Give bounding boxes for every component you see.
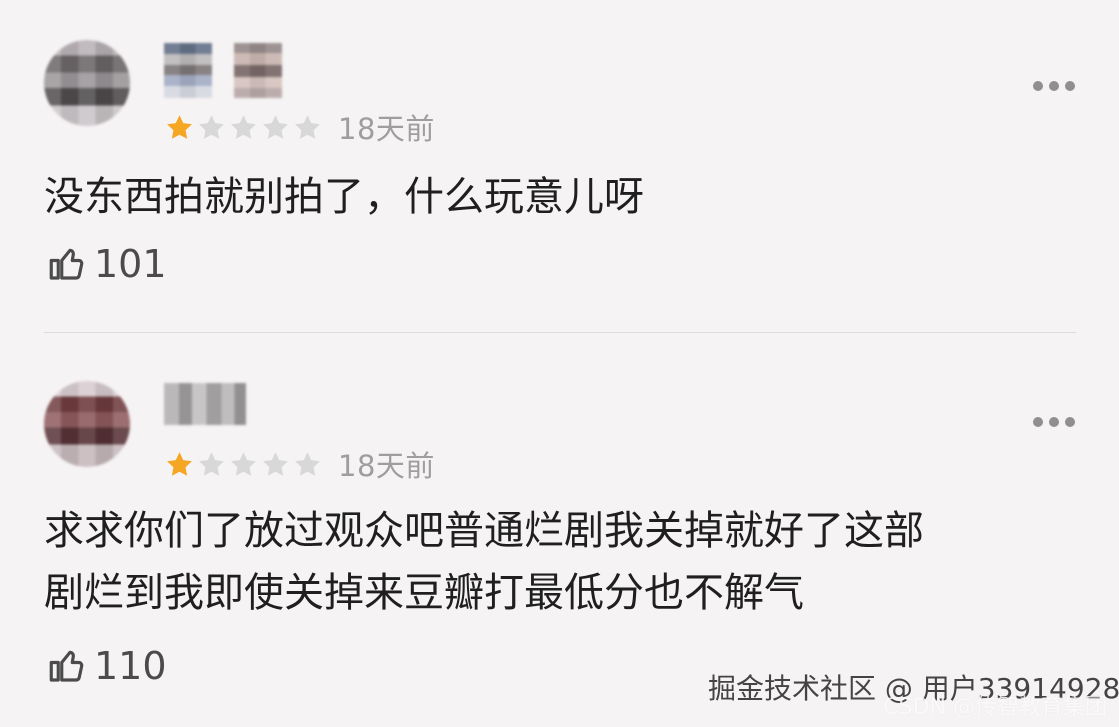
more-icon[interactable] — [1033, 80, 1075, 92]
comment-time: 18天前 — [338, 449, 435, 483]
rating-row: 18天前 — [164, 106, 435, 148]
star-icon — [199, 451, 224, 476]
like-count: 110 — [94, 644, 167, 688]
star-icon — [295, 451, 320, 476]
comment-divider — [44, 332, 1076, 333]
star-icon — [231, 114, 256, 139]
more-dot — [1033, 81, 1043, 91]
username-pixelated-block — [234, 43, 282, 98]
star-icon — [231, 451, 256, 476]
like-button[interactable]: 110 — [46, 644, 167, 688]
avatar[interactable] — [44, 381, 130, 467]
star-icon — [263, 114, 288, 139]
more-dot — [1049, 417, 1059, 427]
thumb-up-icon — [49, 248, 84, 280]
star-icon — [295, 114, 320, 139]
star-icon — [199, 114, 224, 139]
more-dot — [1033, 417, 1043, 427]
star-icon — [167, 114, 192, 139]
more-dot — [1065, 81, 1075, 91]
more-dot — [1065, 417, 1075, 427]
more-icon[interactable] — [1033, 416, 1075, 428]
more-dot — [1049, 81, 1059, 91]
comment-time: 18天前 — [338, 112, 435, 146]
like-count: 101 — [94, 242, 167, 286]
username-pixelated-block — [164, 43, 212, 98]
like-button[interactable]: 101 — [46, 242, 167, 286]
rating-row: 18天前 — [164, 443, 435, 485]
star-icon — [263, 451, 288, 476]
username-pixelated-block — [164, 383, 246, 425]
thumb-up-icon — [49, 650, 84, 682]
watermark-csdn: CSDN @传智教育集团 — [883, 695, 1107, 720]
star-icon — [167, 451, 192, 476]
username-area[interactable] — [164, 43, 282, 98]
comment-text: 没东西拍就别拍了，什么玩意儿呀 — [44, 174, 644, 220]
username-area[interactable] — [164, 381, 246, 436]
comment-text: 求求你们了放过观众吧普通烂剧我关掉就好了这部 剧烂到我即使关掉来豆瓣打最低分也不… — [44, 508, 924, 616]
avatar[interactable] — [44, 40, 130, 126]
